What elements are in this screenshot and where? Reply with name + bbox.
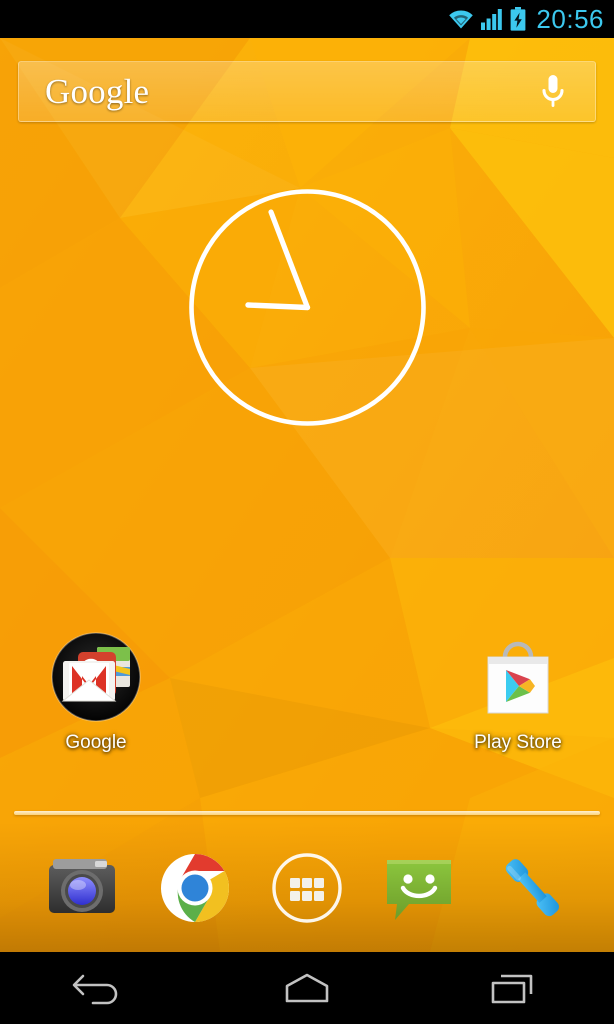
phone-handset-icon	[505, 859, 559, 917]
google-search-widget[interactable]: Google	[18, 61, 596, 122]
android-home-screen: 20:56 Google Google Play Store	[0, 0, 614, 1024]
google-wordmark: Google	[45, 72, 150, 111]
home-icon-play-store[interactable]: Play Store	[453, 631, 583, 753]
status-bar[interactable]: 20:56	[0, 0, 614, 38]
home-icon-google-folder[interactable]: Google	[31, 631, 161, 753]
status-bar-clock: 20:56	[536, 4, 604, 34]
clock-face	[189, 189, 426, 426]
dock-item-messaging[interactable]	[379, 848, 459, 928]
navigation-bar	[0, 952, 614, 1024]
play-store-icon	[472, 631, 564, 723]
microphone-icon[interactable]	[533, 69, 573, 115]
analog-clock-widget[interactable]	[186, 186, 429, 429]
home-icon	[285, 973, 329, 1003]
apps-grid-icon	[272, 853, 342, 923]
dock-divider	[14, 811, 600, 815]
back-arrow-icon	[73, 974, 118, 1005]
chrome-icon	[160, 854, 229, 922]
dock-item-chrome[interactable]	[155, 848, 235, 928]
message-bubble-icon	[387, 860, 452, 920]
home-icon-label: Google	[65, 732, 127, 753]
battery-charging-icon	[510, 7, 526, 31]
recents-icon	[491, 974, 532, 1004]
dock	[0, 838, 614, 938]
nav-back-button[interactable]	[27, 952, 177, 1024]
dock-item-camera[interactable]	[42, 848, 122, 928]
nav-home-button[interactable]	[232, 952, 382, 1024]
camera-icon	[49, 859, 116, 913]
dock-item-app-drawer[interactable]	[267, 848, 347, 928]
clock-hour-hand	[245, 302, 311, 311]
dock-item-phone[interactable]	[492, 848, 572, 928]
cellular-signal-icon	[481, 8, 503, 30]
google-folder-icon	[50, 631, 142, 723]
wifi-icon	[448, 8, 474, 30]
home-icon-label: Play Store	[474, 732, 562, 753]
clock-minute-hand	[268, 209, 311, 311]
nav-recents-button[interactable]	[437, 952, 587, 1024]
